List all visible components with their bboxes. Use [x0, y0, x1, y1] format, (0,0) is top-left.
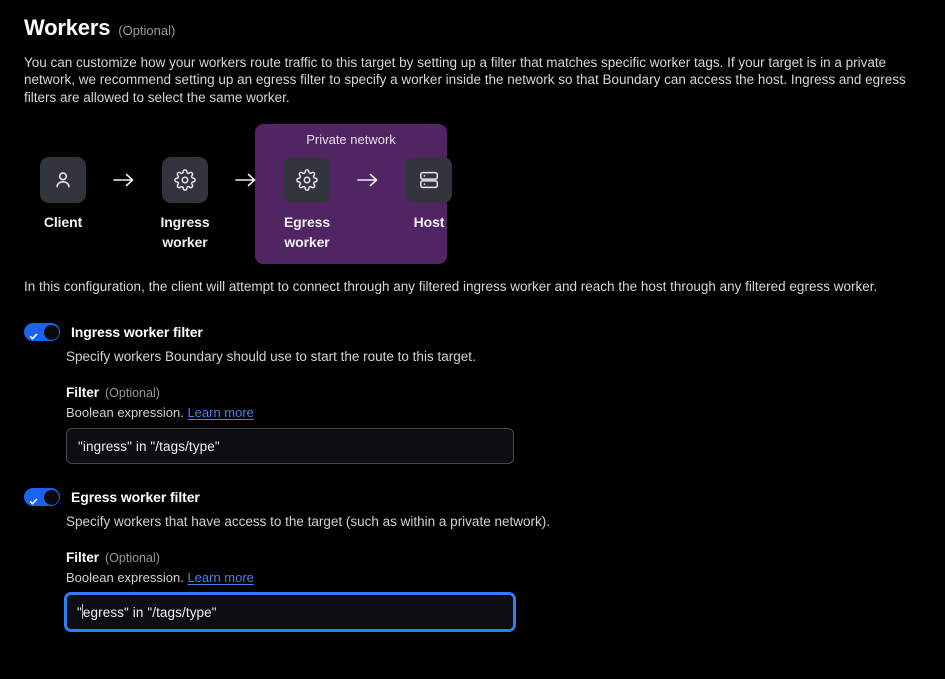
- toggle-knob: [44, 490, 59, 505]
- check-icon: [29, 328, 38, 337]
- ingress-worker-filter-label: Ingress worker filter: [71, 324, 203, 340]
- egress-worker-filter-label: Egress worker filter: [71, 489, 200, 505]
- diagram-label-host: Host: [414, 212, 445, 232]
- ingress-filter-help: Boolean expression. Learn more: [66, 405, 921, 420]
- egress-filter-input-value-after-caret: egress" in "/tags/type": [83, 605, 217, 620]
- egress-worker-tile: [284, 157, 330, 203]
- ingress-filter-field-optional: (Optional): [105, 386, 160, 400]
- ingress-worker-filter-block: Ingress worker filter Specify workers Bo…: [24, 323, 921, 464]
- ingress-worker-filter-toggle[interactable]: [24, 323, 60, 341]
- ingress-filter-toggle-row: Ingress worker filter: [24, 323, 921, 341]
- section-title-text: Workers: [24, 14, 110, 42]
- host-tile: [406, 157, 452, 203]
- diagram-node-egress-worker: Egress worker: [268, 124, 346, 252]
- check-icon: [29, 493, 38, 502]
- egress-worker-filter-toggle[interactable]: [24, 488, 60, 506]
- egress-filter-field-optional: (Optional): [105, 551, 160, 565]
- page-title: Workers (Optional): [24, 0, 921, 42]
- egress-filter-toggle-row: Egress worker filter: [24, 488, 921, 506]
- egress-worker-filter-block: Egress worker filter Specify workers tha…: [24, 488, 921, 631]
- ingress-filter-field-group: Filter (Optional) Boolean expression. Le…: [66, 385, 921, 464]
- diagram-label-ingress-worker: Ingress worker: [146, 212, 224, 252]
- ingress-filter-field-label: Filter: [66, 385, 99, 400]
- ingress-filter-input[interactable]: "ingress" in "/tags/type": [66, 428, 514, 464]
- egress-filter-input[interactable]: "egress" in "/tags/type": [65, 593, 515, 631]
- egress-filter-help-text: Boolean expression.: [66, 570, 184, 585]
- gear-icon: [296, 169, 318, 191]
- egress-filter-field-label-row: Filter (Optional): [66, 550, 921, 565]
- egress-filter-learn-more-link[interactable]: Learn more: [187, 570, 253, 585]
- arrow-right-icon-1: [102, 157, 146, 203]
- ingress-filter-learn-more-link[interactable]: Learn more: [187, 405, 253, 420]
- ingress-filter-field-label-row: Filter (Optional): [66, 385, 921, 400]
- egress-filter-help: Boolean expression. Learn more: [66, 570, 921, 585]
- section-optional-badge: (Optional): [118, 23, 175, 38]
- toggle-knob: [44, 325, 59, 340]
- diagram-node-host: Host: [390, 124, 468, 232]
- arrow-right-icon-2: [224, 157, 268, 203]
- worker-route-diagram: Private network Client: [24, 124, 921, 264]
- diagram-label-client: Client: [44, 212, 82, 232]
- diagram-node-ingress-worker: Ingress worker: [146, 124, 224, 252]
- egress-filter-field-group: Filter (Optional) Boolean expression. Le…: [66, 550, 921, 631]
- diagram-flow-row: Client Ingress worker: [24, 124, 468, 252]
- ingress-filter-description: Specify workers Boundary should use to s…: [66, 348, 921, 365]
- section-description: You can customize how your workers route…: [24, 54, 921, 107]
- server-icon: [418, 169, 440, 191]
- ingress-filter-input-value: "ingress" in "/tags/type": [78, 439, 220, 454]
- workers-section-page: Workers (Optional) You can customize how…: [0, 0, 945, 679]
- arrow-right-icon-3: [346, 157, 390, 203]
- gear-icon: [174, 169, 196, 191]
- text-caret: [82, 604, 83, 619]
- client-tile: [40, 157, 86, 203]
- ingress-filter-help-text: Boolean expression.: [66, 405, 184, 420]
- ingress-worker-tile: [162, 157, 208, 203]
- egress-filter-field-label: Filter: [66, 550, 99, 565]
- configuration-note: In this configuration, the client will a…: [24, 278, 921, 295]
- egress-filter-description: Specify workers that have access to the …: [66, 513, 921, 530]
- diagram-node-client: Client: [24, 124, 102, 232]
- diagram-label-egress-worker: Egress worker: [268, 212, 346, 252]
- user-icon: [52, 169, 74, 191]
